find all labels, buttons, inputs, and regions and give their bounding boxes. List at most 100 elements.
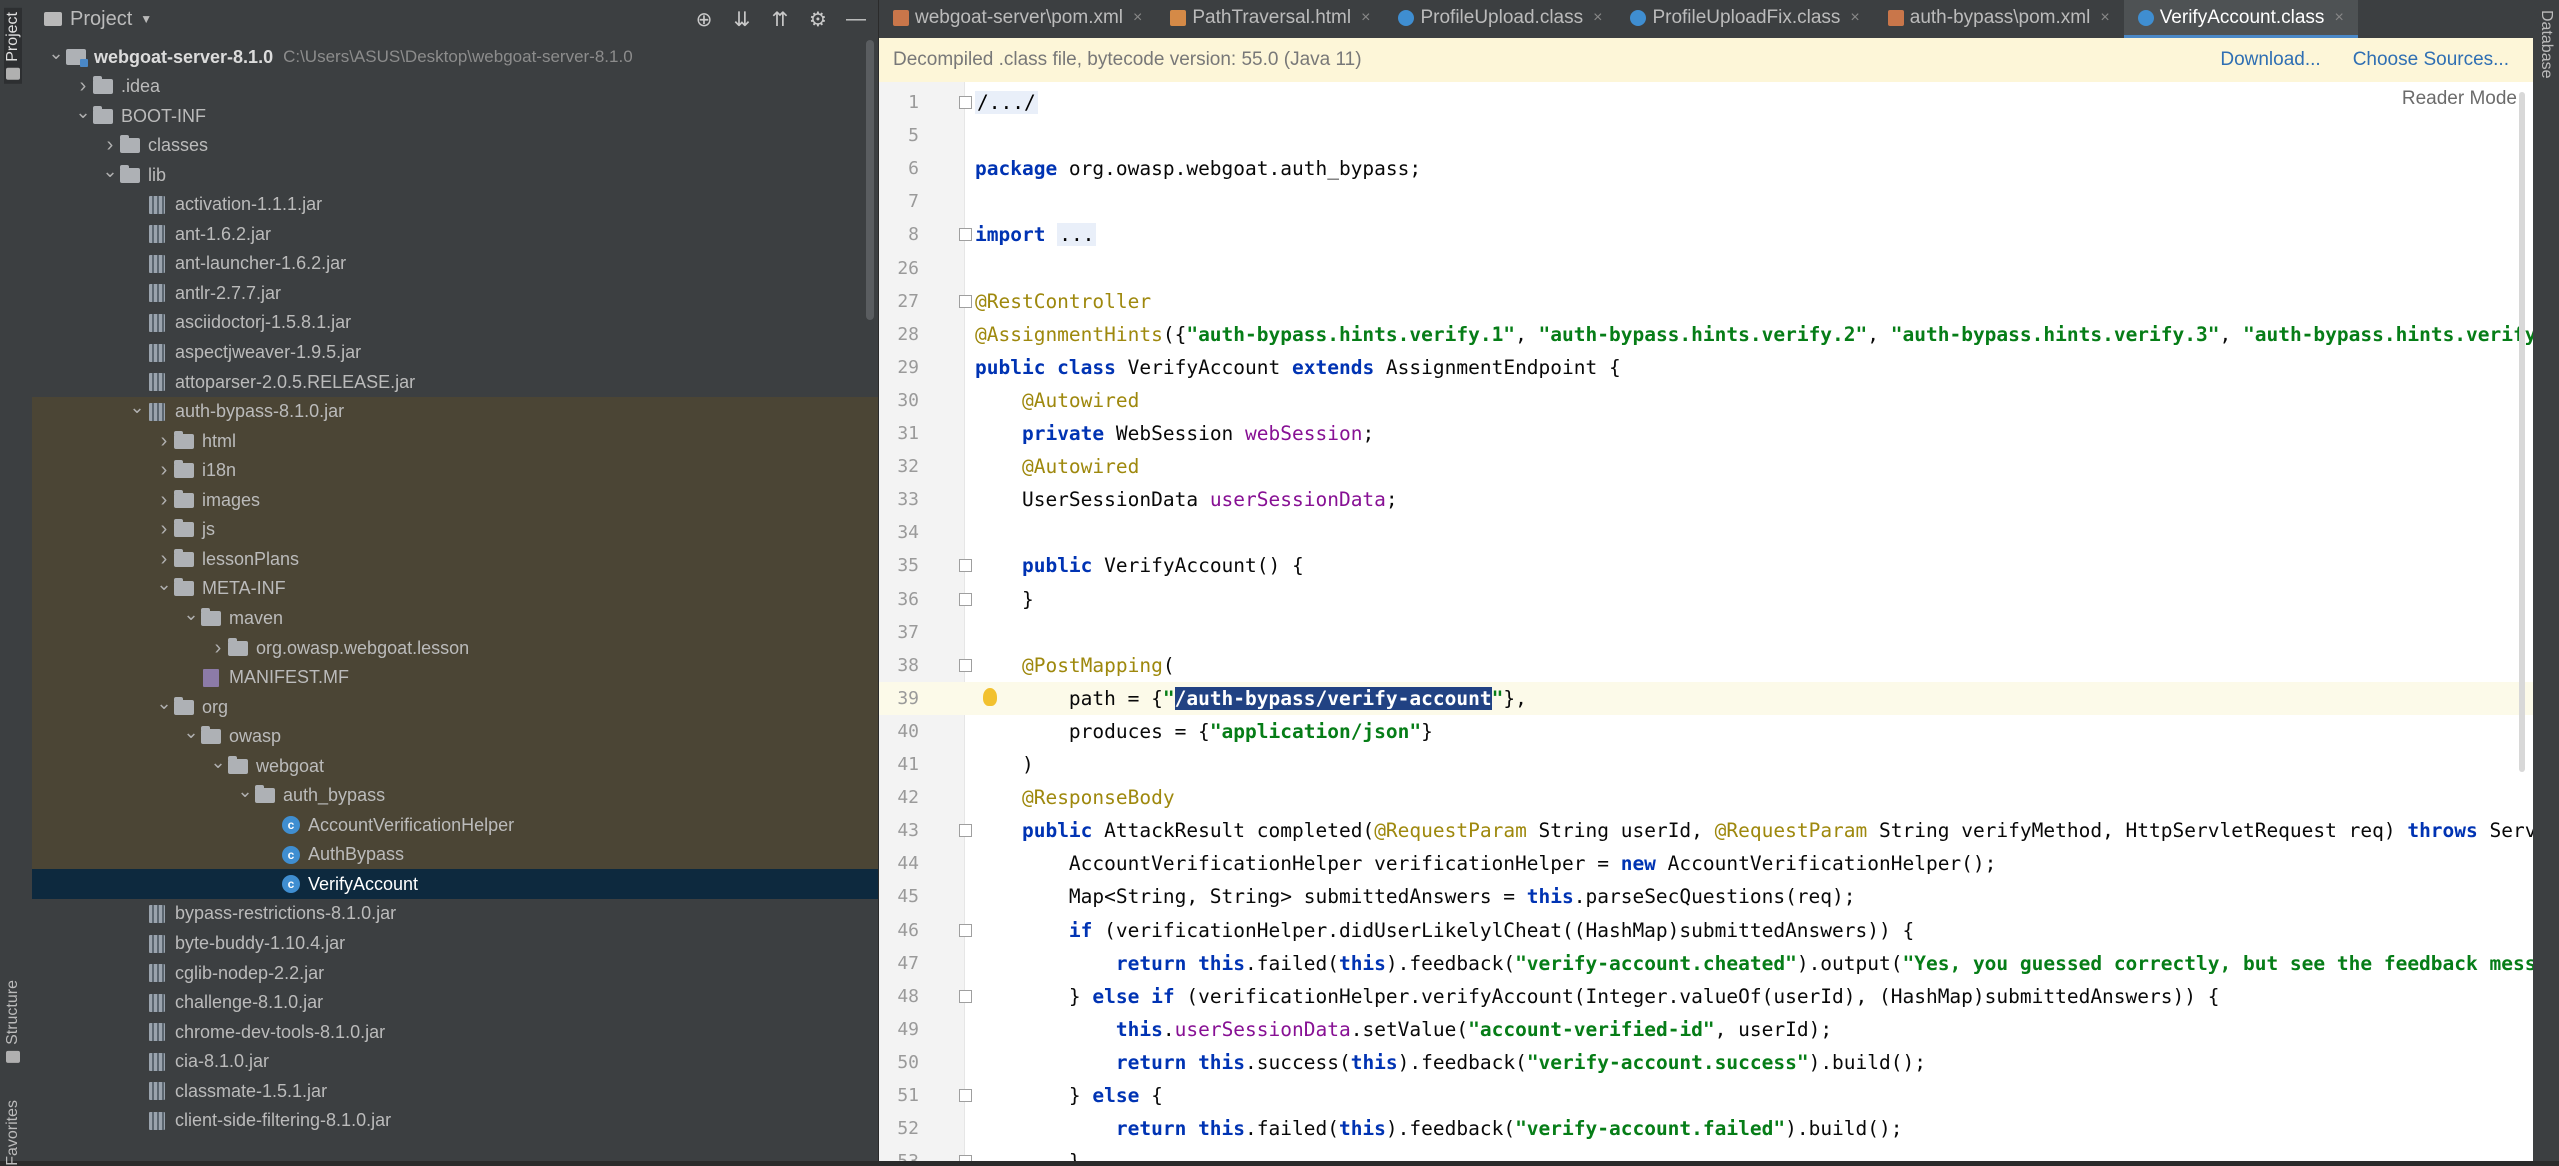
close-icon[interactable]: ×	[2334, 9, 2343, 27]
fold-toggle-icon[interactable]	[959, 294, 972, 308]
chevron-right-icon[interactable]: ›	[208, 637, 228, 660]
tree-item[interactable]: ⌄ auth_bypass	[32, 780, 878, 811]
chevron-down-icon[interactable]: ⌄	[46, 43, 66, 64]
editor-tab[interactable]: ProfileUploadFix.class ×	[1616, 0, 1873, 38]
fold-toggle-icon[interactable]	[959, 658, 972, 672]
tree-item[interactable]: ⌄ lib	[32, 160, 878, 190]
tree-item[interactable]: ⌄ BOOT-INF	[32, 101, 878, 131]
tree-item[interactable]: › org.owasp.webgoat.lesson	[32, 633, 878, 663]
tree-item[interactable]: › classes	[32, 131, 878, 161]
editor-scrollbar[interactable]	[2519, 92, 2525, 772]
left-tool-stripe: Project Structure Favorites	[0, 0, 33, 1166]
project-view-selector[interactable]: Project ▼	[32, 8, 152, 31]
tree-item[interactable]: ›cVerifyAccount	[32, 869, 878, 900]
fold-toggle-icon[interactable]	[959, 1155, 972, 1161]
tree-item[interactable]: ›cAuthBypass	[32, 839, 878, 870]
editor-tab[interactable]: PathTraversal.html ×	[1156, 0, 1384, 38]
chevron-down-icon[interactable]: ⌄	[100, 161, 120, 182]
tree-item[interactable]: ›attoparser-2.0.5.RELEASE.jar	[32, 367, 878, 397]
choose-sources-link[interactable]: Choose Sources...	[2353, 49, 2509, 71]
fold-toggle-icon[interactable]	[959, 1089, 972, 1102]
tree-item[interactable]: ›bypass-restrictions-8.1.0.jar	[32, 899, 878, 929]
minimize-icon[interactable]: —	[844, 8, 868, 31]
chevron-down-icon[interactable]: ⌄	[181, 604, 201, 625]
code-line: 32 @Autowired	[879, 450, 2533, 483]
chevron-right-icon[interactable]: ›	[154, 548, 174, 571]
chevron-down-icon[interactable]: ⌄	[154, 574, 174, 595]
chevron-down-icon[interactable]: ⌄	[208, 752, 228, 773]
tree-item[interactable]: ›activation-1.1.1.jar	[32, 190, 878, 220]
code-line: 31 private WebSession webSession;	[879, 417, 2533, 450]
tree-item[interactable]: ›cglib-nodep-2.2.jar	[32, 958, 878, 988]
tree-item[interactable]: ⌄ owasp	[32, 721, 878, 752]
close-icon[interactable]: ×	[2100, 9, 2109, 27]
chevron-right-icon[interactable]: ›	[154, 430, 174, 453]
tree-item[interactable]: › html	[32, 426, 878, 457]
fold-toggle-icon[interactable]	[959, 96, 972, 109]
tree-item[interactable]: ⌄ auth-bypass-8.1.0.jar	[32, 396, 878, 427]
chevron-down-icon[interactable]: ⌄	[127, 397, 147, 418]
code-text: Map<String, String> submittedAnswers = t…	[975, 885, 1856, 909]
fold-toggle-icon[interactable]	[959, 989, 972, 1003]
collapse-all-icon[interactable]: ⇈	[768, 7, 792, 32]
editor-tab[interactable]: ProfileUpload.class ×	[1384, 0, 1616, 38]
database-tool-tab[interactable]: Database	[2537, 10, 2555, 79]
chevron-down-icon[interactable]: ⌄	[73, 102, 93, 123]
tree-item[interactable]: ›classmate-1.5.1.jar	[32, 1076, 878, 1106]
tree-item[interactable]: ›cAccountVerificationHelper	[32, 810, 878, 841]
editor-tab[interactable]: VerifyAccount.class ×	[2123, 0, 2358, 38]
tree-item[interactable]: ›MANIFEST.MF	[32, 662, 878, 693]
project-tree-scrollbar[interactable]	[866, 40, 874, 320]
project-tool-tab[interactable]: Project	[4, 8, 22, 84]
close-icon[interactable]: ×	[1361, 9, 1370, 27]
tree-item[interactable]: ›byte-buddy-1.10.4.jar	[32, 929, 878, 959]
tree-item[interactable]: ›ant-1.6.2.jar	[32, 219, 878, 249]
tree-item[interactable]: ⌄ maven	[32, 603, 878, 634]
tree-item[interactable]: › i18n	[32, 455, 878, 486]
tree-item[interactable]: ›chrome-dev-tools-8.1.0.jar	[32, 1017, 878, 1047]
editor-tab[interactable]: webgoat-server\pom.xml ×	[879, 0, 1156, 38]
fold-toggle-icon[interactable]	[959, 559, 972, 573]
line-number: 28	[897, 323, 919, 345]
chevron-right-icon[interactable]: ›	[154, 459, 174, 482]
download-link[interactable]: Download...	[2220, 49, 2320, 71]
chevron-down-icon[interactable]: ⌄	[181, 722, 201, 743]
locate-file-icon[interactable]: ⊕	[692, 7, 716, 32]
expand-all-icon[interactable]: ⇊	[730, 7, 754, 32]
fold-toggle-icon[interactable]	[959, 923, 972, 937]
tree-item[interactable]: ⌄ webgoat	[32, 751, 878, 782]
tree-item[interactable]: ›ant-launcher-1.6.2.jar	[32, 249, 878, 279]
tree-item[interactable]: ›aspectjweaver-1.9.5.jar	[32, 338, 878, 368]
favorites-tool-tab[interactable]: Favorites	[4, 1100, 22, 1166]
structure-tool-tab[interactable]: Structure	[4, 980, 22, 1063]
line-number: 5	[908, 125, 919, 147]
tree-item[interactable]: ›cia-8.1.0.jar	[32, 1047, 878, 1077]
close-icon[interactable]: ×	[1850, 9, 1859, 27]
fold-toggle-icon[interactable]	[959, 824, 972, 838]
chevron-right-icon[interactable]: ›	[100, 134, 120, 157]
tree-item[interactable]: › lessonPlans	[32, 544, 878, 575]
tree-item[interactable]: ›challenge-8.1.0.jar	[32, 988, 878, 1018]
tree-item[interactable]: ›antlr-2.7.7.jar	[32, 278, 878, 308]
tree-item[interactable]: › js	[32, 514, 878, 545]
close-icon[interactable]: ×	[1593, 9, 1602, 27]
tree-item[interactable]: ⌄ webgoat-server-8.1.0 C:\Users\ASUS\Deskt…	[32, 42, 878, 72]
reader-mode-button[interactable]: Reader Mode	[2402, 88, 2517, 110]
editor-tab[interactable]: auth-bypass\pom.xml ×	[1874, 0, 2124, 38]
fold-toggle-icon[interactable]	[959, 592, 972, 606]
gear-icon[interactable]: ⚙	[806, 7, 830, 32]
tree-item[interactable]: ›client-side-filtering-8.1.0.jar	[32, 1106, 878, 1136]
tree-item[interactable]: ›asciidoctorj-1.5.8.1.jar	[32, 308, 878, 338]
chevron-down-icon[interactable]: ⌄	[154, 693, 174, 714]
tree-item[interactable]: › .idea	[32, 72, 878, 102]
fold-toggle-icon[interactable]	[959, 228, 972, 242]
tree-item[interactable]: ⌄ META-INF	[32, 573, 878, 604]
chevron-right-icon[interactable]: ›	[154, 518, 174, 541]
chevron-right-icon[interactable]: ›	[73, 75, 93, 98]
code-editor[interactable]: 1 /.../ 5 6 package org.owasp.webgoat.auth_b…	[879, 82, 2533, 1161]
tree-item[interactable]: › images	[32, 485, 878, 516]
tree-item[interactable]: ⌄ org	[32, 692, 878, 723]
chevron-down-icon[interactable]: ⌄	[235, 781, 255, 802]
close-icon[interactable]: ×	[1133, 9, 1142, 27]
chevron-right-icon[interactable]: ›	[154, 489, 174, 512]
